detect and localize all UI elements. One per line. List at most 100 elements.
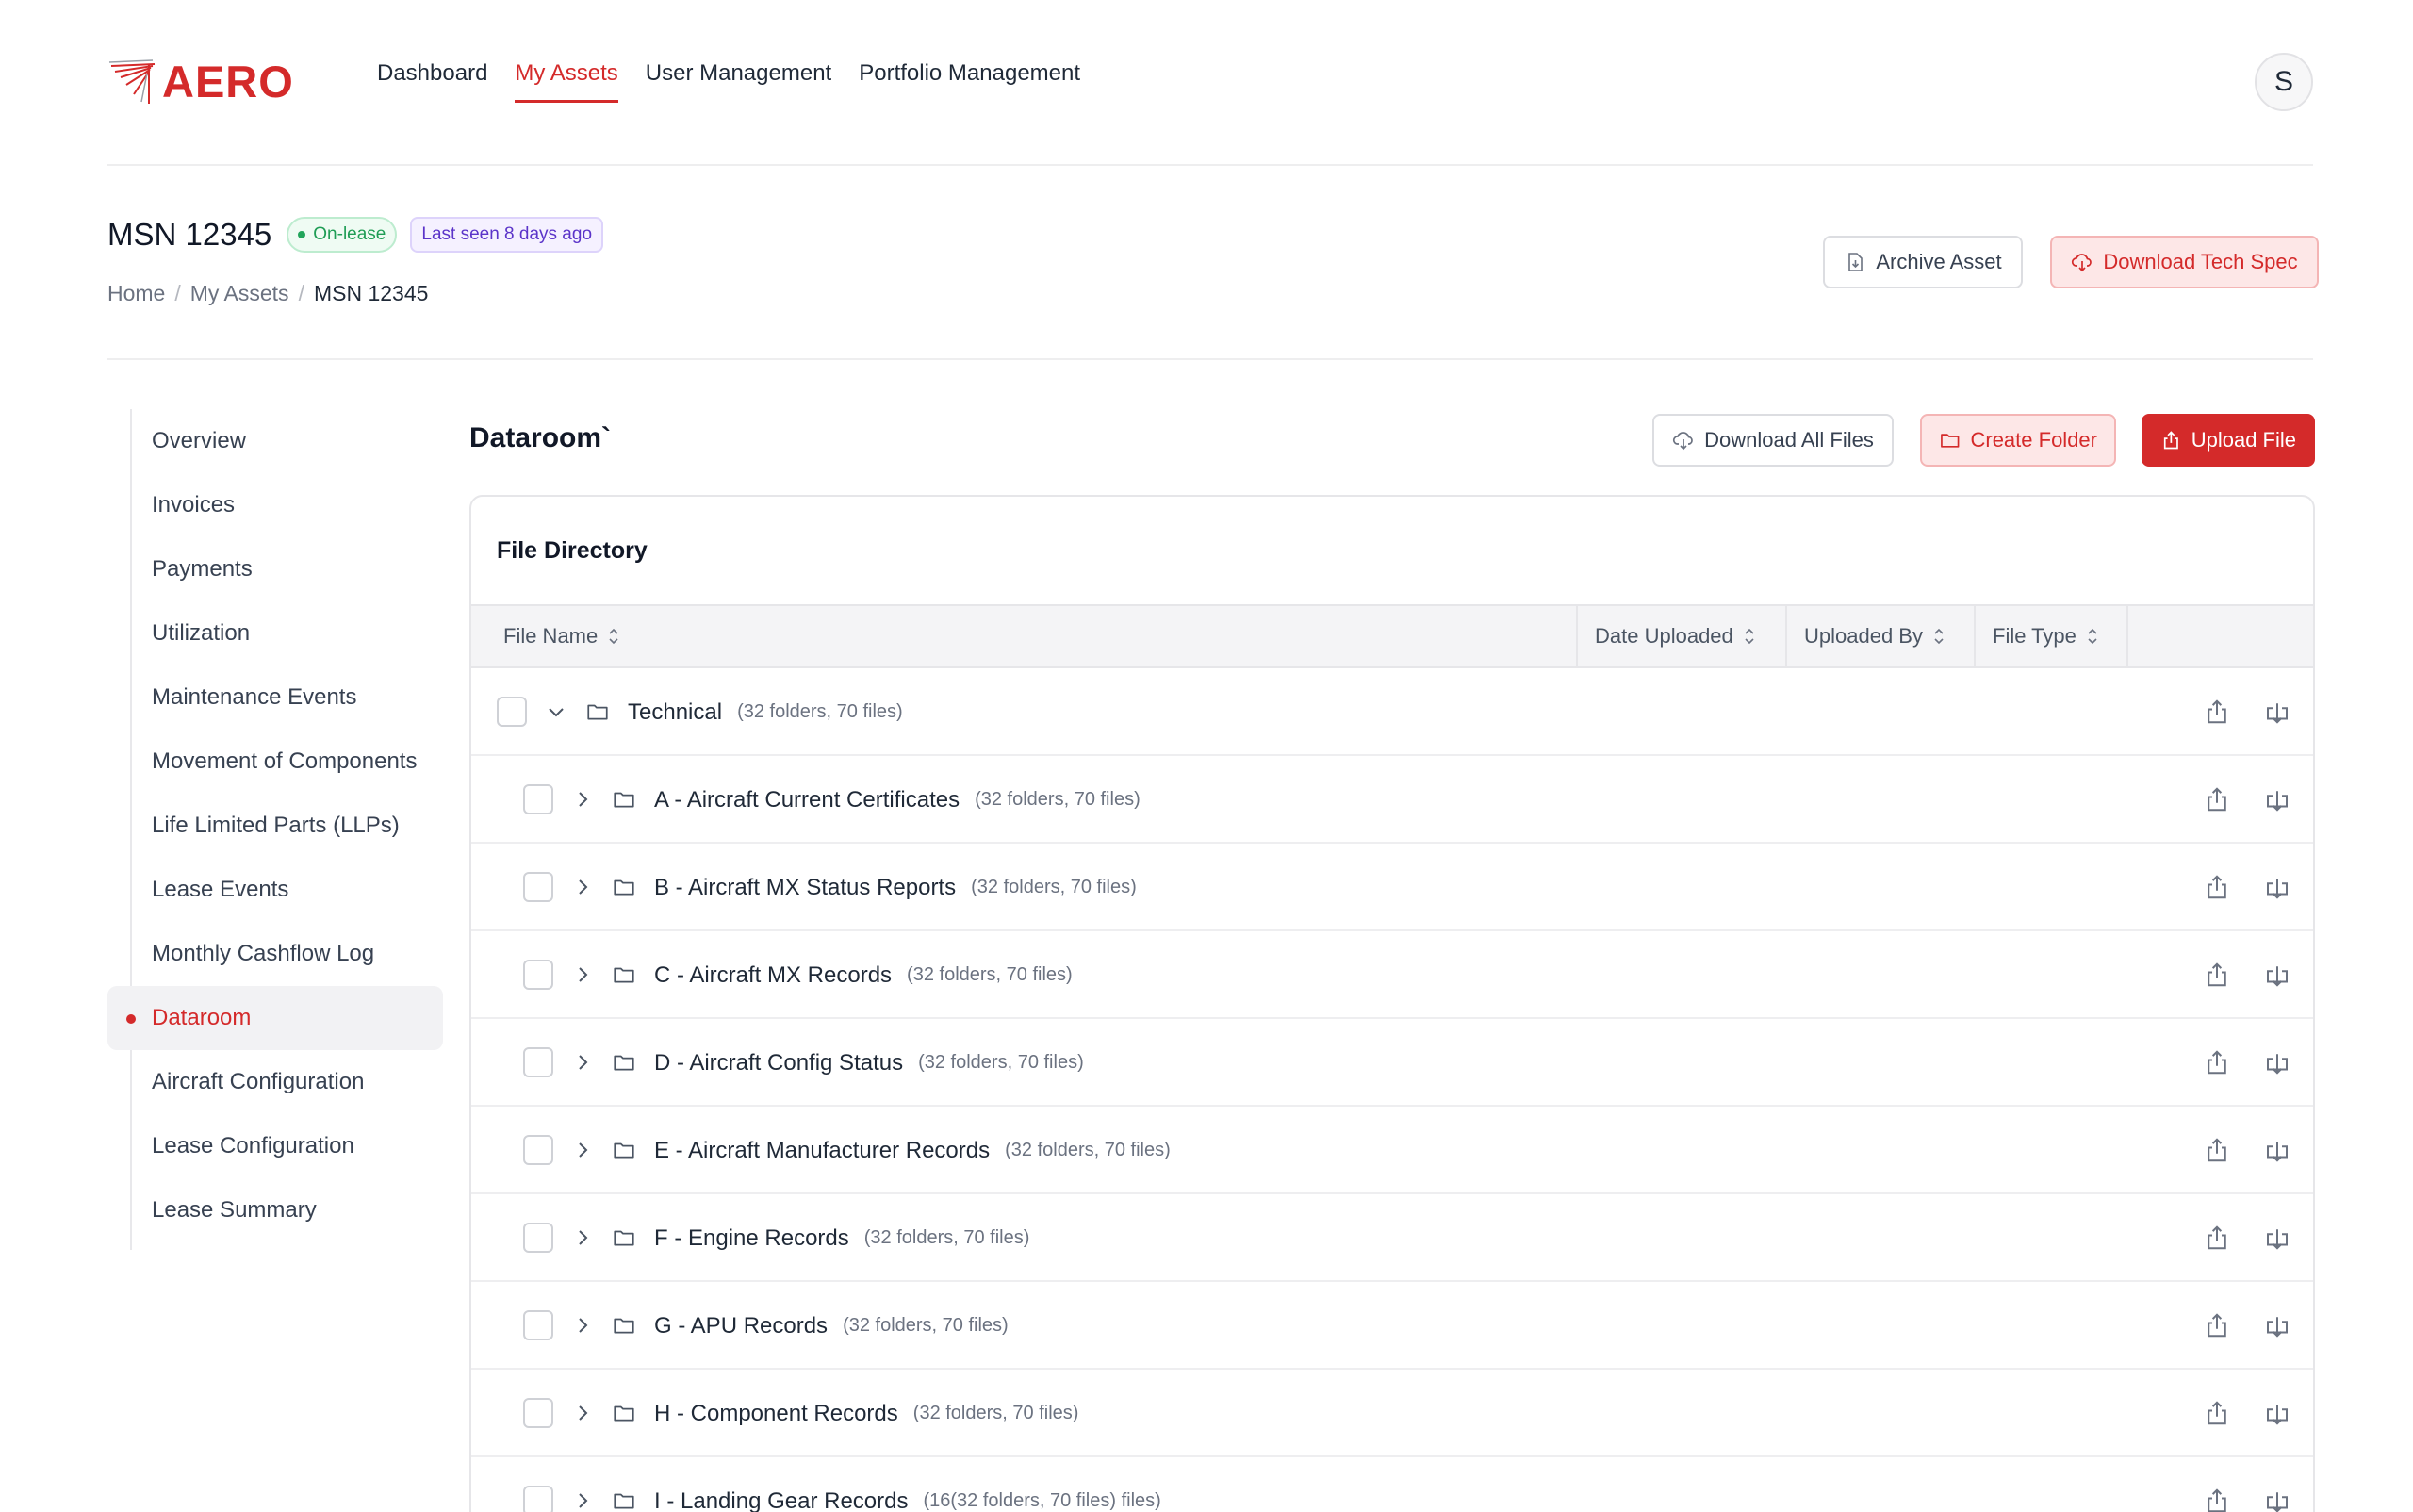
upload-icon[interactable] [2200,1221,2234,1255]
chevron-down-icon[interactable] [541,697,571,727]
folder-name[interactable]: F - Engine Records (32 folders, 70 files) [654,1194,1029,1282]
download-all-files-button[interactable]: Download All Files [1652,414,1894,467]
archive-asset-label: Archive Asset [1876,250,2002,273]
sidebar-item-movement-of-components[interactable]: Movement of Components [107,730,443,794]
row-checkbox[interactable] [523,1398,553,1428]
row-checkbox[interactable] [523,1486,553,1512]
upload-icon[interactable] [2200,1484,2234,1512]
folder-name[interactable]: H - Component Records (32 folders, 70 fil… [654,1370,1078,1457]
table-row[interactable]: H - Component Records (32 folders, 70 fil… [471,1370,2313,1457]
sidebar-item-dataroom[interactable]: Dataroom [107,986,443,1050]
row-checkbox[interactable] [523,960,553,990]
folder-count: (32 folders, 70 files) [863,1227,1030,1248]
nav-my-assets[interactable]: My Assets [515,60,618,103]
chevron-right-icon[interactable] [567,1310,598,1340]
nav-dashboard[interactable]: Dashboard [377,60,487,103]
download-tech-spec-button[interactable]: Download Tech Spec [2050,236,2319,288]
folder-name[interactable]: Technical (32 folders, 70 files) [628,668,903,756]
download-icon[interactable] [2260,695,2294,729]
table-row[interactable]: C - Aircraft MX Records (32 folders, 70 f… [471,931,2313,1019]
row-checkbox[interactable] [523,1047,553,1077]
table-row[interactable]: D - Aircraft Config Status (32 folders, 7… [471,1019,2313,1107]
download-icon[interactable] [2260,1045,2294,1079]
table-row[interactable]: A - Aircraft Current Certificates (32 fol… [471,756,2313,844]
logo-mark-icon [108,59,156,104]
upload-file-button[interactable]: Upload File [2142,414,2315,467]
download-icon[interactable] [2260,1221,2294,1255]
upload-icon[interactable] [2200,1308,2234,1342]
chevron-right-icon[interactable] [567,872,598,902]
breadcrumb-home[interactable]: Home [107,281,165,306]
row-checkbox[interactable] [497,697,527,727]
chevron-right-icon[interactable] [567,960,598,990]
column-label: Uploaded By [1804,624,1923,648]
create-folder-button[interactable]: Create Folder [1920,414,2116,467]
sidebar-item-overview[interactable]: Overview [107,409,443,473]
download-icon[interactable] [2260,1133,2294,1167]
upload-icon[interactable] [2200,870,2234,904]
column-file-name[interactable]: File Name [471,606,1578,666]
table-row[interactable]: E - Aircraft Manufacturer Records (32 fol… [471,1107,2313,1194]
aero-logo[interactable]: AERO [107,57,294,106]
column-date-uploaded[interactable]: Date Uploaded [1578,606,1787,666]
archive-asset-button[interactable]: Archive Asset [1823,236,2023,288]
folder-name[interactable]: A - Aircraft Current Certificates (32 fol… [654,756,1141,844]
sidebar-item-aircraft-configuration[interactable]: Aircraft Configuration [107,1050,443,1114]
sidebar-item-llps[interactable]: Life Limited Parts (LLPs) [107,794,443,858]
folder-name[interactable]: E - Aircraft Manufacturer Records (32 fol… [654,1107,1171,1194]
download-icon[interactable] [2260,1484,2294,1512]
chevron-right-icon[interactable] [567,1135,598,1165]
sidebar-item-maintenance-events[interactable]: Maintenance Events [107,666,443,730]
sidebar-item-utilization[interactable]: Utilization [107,601,443,666]
table-header: File Name Date Uploaded Uploaded By File… [471,604,2313,668]
sidebar-item-invoices[interactable]: Invoices [107,473,443,537]
row-checkbox[interactable] [523,784,553,814]
row-checkbox[interactable] [523,1135,553,1165]
table-row[interactable]: B - Aircraft MX Status Reports (32 folder… [471,844,2313,931]
sidebar-item-monthly-cashflow-log[interactable]: Monthly Cashflow Log [107,922,443,986]
folder-name[interactable]: D - Aircraft Config Status (32 folders, 7… [654,1019,1084,1107]
column-file-type[interactable]: File Type [1976,606,2128,666]
upload-icon[interactable] [2200,1396,2234,1430]
file-rows: Technical (32 folders, 70 files) A - Aircr… [471,668,2313,1512]
page-title: MSN 12345 [107,217,272,252]
nav-portfolio-management[interactable]: Portfolio Management [859,60,1080,103]
table-row[interactable]: I - Landing Gear Records (16(32 folders, … [471,1457,2313,1512]
archive-icon [1848,253,1863,271]
row-checkbox[interactable] [523,872,553,902]
breadcrumb-my-assets[interactable]: My Assets [190,281,289,306]
chevron-right-icon[interactable] [567,1223,598,1253]
folder-name-label: Technical [628,698,723,725]
upload-icon[interactable] [2200,695,2234,729]
row-checkbox[interactable] [523,1223,553,1253]
folder-name[interactable]: G - APU Records (32 folders, 70 files) [654,1282,1009,1370]
chevron-right-icon[interactable] [567,1047,598,1077]
download-icon[interactable] [2260,870,2294,904]
folder-name[interactable]: B - Aircraft MX Status Reports (32 folder… [654,844,1137,931]
sidebar-item-payments[interactable]: Payments [107,537,443,601]
chevron-right-icon[interactable] [567,1398,598,1428]
sidebar-item-lease-events[interactable]: Lease Events [107,858,443,922]
download-icon[interactable] [2260,1308,2294,1342]
upload-icon[interactable] [2200,1045,2234,1079]
download-icon[interactable] [2260,1396,2294,1430]
table-row[interactable]: Technical (32 folders, 70 files) [471,668,2313,756]
table-row[interactable]: G - APU Records (32 folders, 70 files) [471,1282,2313,1370]
folder-name[interactable]: C - Aircraft MX Records (32 folders, 70 f… [654,931,1073,1019]
sidebar-item-lease-configuration[interactable]: Lease Configuration [107,1114,443,1178]
upload-icon[interactable] [2200,782,2234,816]
asset-sidebar: Overview Invoices Payments Utilization M… [107,409,443,1250]
nav-user-management[interactable]: User Management [646,60,831,103]
column-uploaded-by[interactable]: Uploaded By [1787,606,1976,666]
download-icon[interactable] [2260,958,2294,992]
folder-name[interactable]: I - Landing Gear Records (16(32 folders, … [654,1457,1161,1512]
chevron-right-icon[interactable] [567,1486,598,1512]
sidebar-item-lease-summary[interactable]: Lease Summary [107,1178,443,1242]
table-row[interactable]: F - Engine Records (32 folders, 70 files) [471,1194,2313,1282]
download-icon[interactable] [2260,782,2294,816]
row-checkbox[interactable] [523,1310,553,1340]
upload-icon[interactable] [2200,958,2234,992]
upload-icon[interactable] [2200,1133,2234,1167]
user-avatar[interactable]: S [2255,53,2313,111]
chevron-right-icon[interactable] [567,784,598,814]
